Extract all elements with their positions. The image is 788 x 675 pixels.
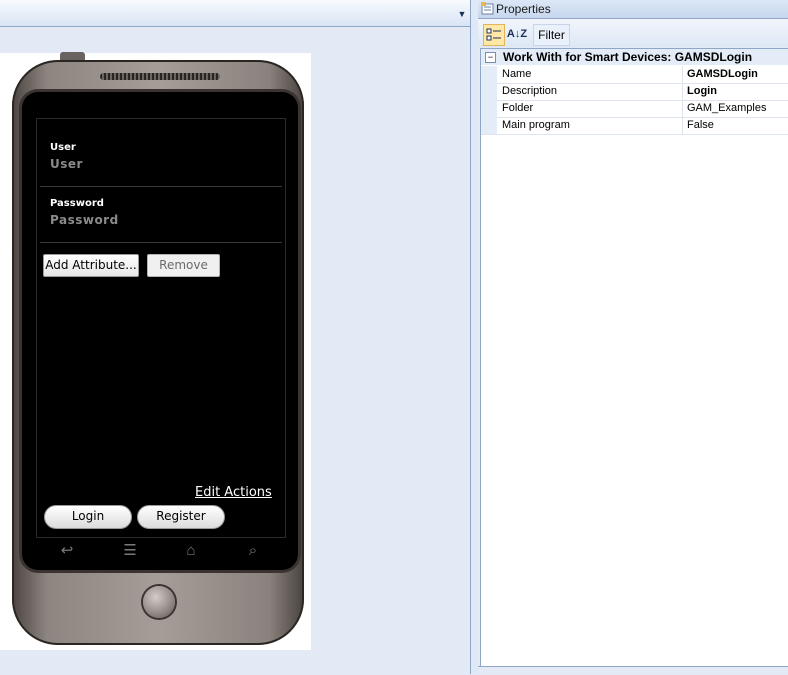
property-name: Description [502,85,558,97]
property-category-label: Work With for Smart Devices: GAMSDLogin [503,50,753,64]
login-button[interactable]: Login [44,505,132,529]
filter-button[interactable]: Filter [533,24,570,46]
alphabetical-sort-button[interactable]: A↓Z [506,24,528,44]
user-label: User [50,142,76,153]
field-separator [40,242,282,243]
designer-header [0,0,470,27]
back-icon: ↩ [60,542,74,559]
home-icon: ⌂ [186,542,196,559]
property-value[interactable]: GAMSDLogin [687,66,758,83]
chevron-down-icon[interactable]: ▼ [456,8,468,20]
collapse-icon[interactable]: − [485,52,496,63]
menu-icon: ☰ [123,542,137,559]
property-name: Main program [502,119,570,131]
row-gutter [481,83,497,100]
search-icon: ⌕ [248,542,258,559]
field-separator [40,186,282,187]
register-button[interactable]: Register [137,505,225,529]
property-value[interactable]: Login [687,83,717,100]
properties-title: Properties [496,2,551,16]
property-value[interactable]: GAM_Examples [687,100,766,117]
row-gutter [481,117,497,134]
properties-icon [481,2,494,15]
edit-actions-link[interactable]: Edit Actions [195,485,272,500]
phone-trackball [143,586,175,618]
password-input[interactable]: Password [50,213,119,227]
password-label: Password [50,198,104,209]
categorized-view-button[interactable] [483,24,505,46]
phone-screen [36,118,286,538]
property-grid [480,48,788,668]
categorized-icon [486,28,501,41]
row-gutter [481,66,497,83]
remove-button[interactable]: Remove [147,254,220,277]
add-attribute-button[interactable]: Add Attribute... [43,254,139,277]
row-gutter [481,100,497,117]
property-value[interactable]: False [687,117,714,134]
column-divider[interactable] [682,66,683,134]
property-name: Name [502,68,532,80]
phone-speaker [100,73,220,80]
user-input[interactable]: User [50,157,83,171]
property-name: Folder [502,102,534,114]
